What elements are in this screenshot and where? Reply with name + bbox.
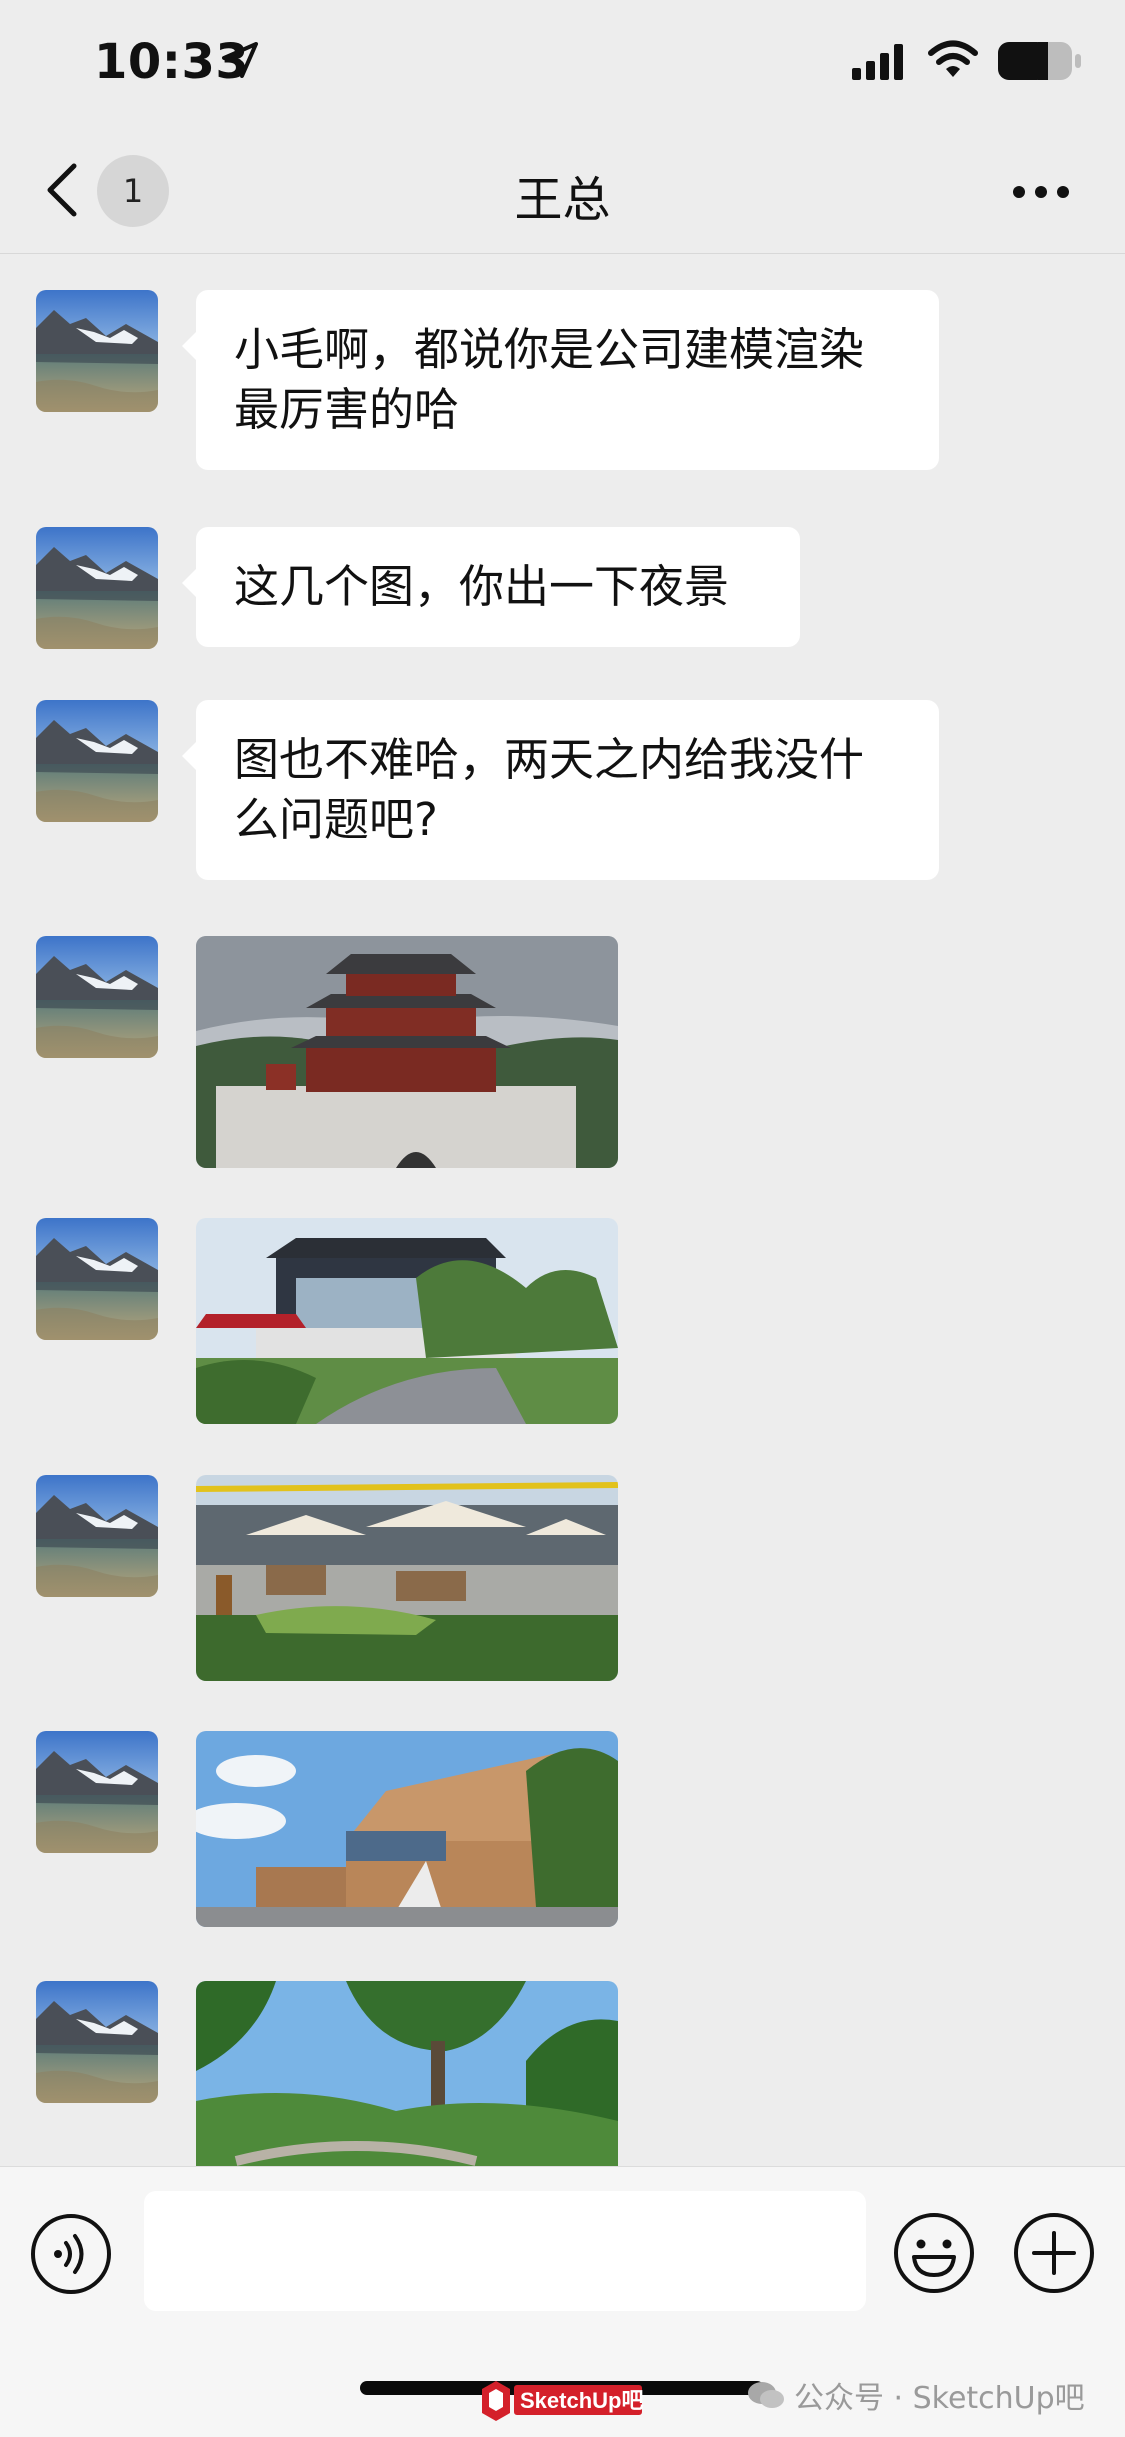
image-message-pavilion[interactable]	[196, 936, 618, 1168]
plus-icon[interactable]	[1012, 2211, 1096, 2295]
chat-title: 王总	[514, 172, 611, 228]
sketchup-logo: SketchUp吧	[482, 2381, 643, 2421]
avatar[interactable]	[36, 1218, 158, 1340]
text-message-bubble[interactable]: 这几个图，你出一下夜景	[182, 527, 800, 647]
message-input[interactable]	[144, 2191, 866, 2311]
message-list[interactable]: 小毛啊，都说你是公司建模渲染最厉害的哈 这几个图，你出一下夜景 图也不难哈，两天…	[0, 254, 1125, 2166]
image-message-modern-pavilion[interactable]	[196, 1218, 618, 1424]
status-bar: 10:33	[0, 0, 1125, 130]
image-message-timber-building[interactable]	[196, 1731, 618, 1927]
avatar[interactable]	[36, 936, 158, 1058]
avatar[interactable]	[36, 290, 158, 412]
wifi-icon	[928, 40, 978, 77]
text-message-bubble[interactable]: 小毛啊，都说你是公司建模渲染最厉害的哈	[182, 290, 939, 470]
watermark-text: 公众号 · SketchUp吧	[794, 2381, 1085, 2416]
wechat-icon	[748, 2382, 784, 2408]
watermark: 公众号 · SketchUp吧	[746, 2373, 1085, 2417]
voice-icon[interactable]	[30, 2213, 112, 2295]
svg-text:SketchUp吧: SketchUp吧	[520, 2388, 643, 2413]
avatar[interactable]	[36, 1475, 158, 1597]
signal-icon	[852, 44, 903, 80]
emoji-icon[interactable]	[892, 2211, 976, 2295]
image-message-garden[interactable]	[196, 1981, 618, 2166]
input-bar: SketchUp吧 公众号 · SketchUp吧	[0, 2166, 1125, 2437]
image-message-cafe-plaza[interactable]	[196, 1475, 618, 1681]
avatar[interactable]	[36, 1731, 158, 1853]
chat-header: 1 王总	[0, 130, 1125, 254]
text-message-bubble[interactable]: 图也不难哈，两天之内给我没什么问题吧?	[182, 700, 939, 880]
location-arrow-icon	[222, 42, 258, 78]
avatar[interactable]	[36, 1981, 158, 2103]
battery-icon	[998, 42, 1081, 80]
avatar[interactable]	[36, 700, 158, 822]
more-dots-icon[interactable]	[1012, 182, 1070, 202]
avatar[interactable]	[36, 527, 158, 649]
